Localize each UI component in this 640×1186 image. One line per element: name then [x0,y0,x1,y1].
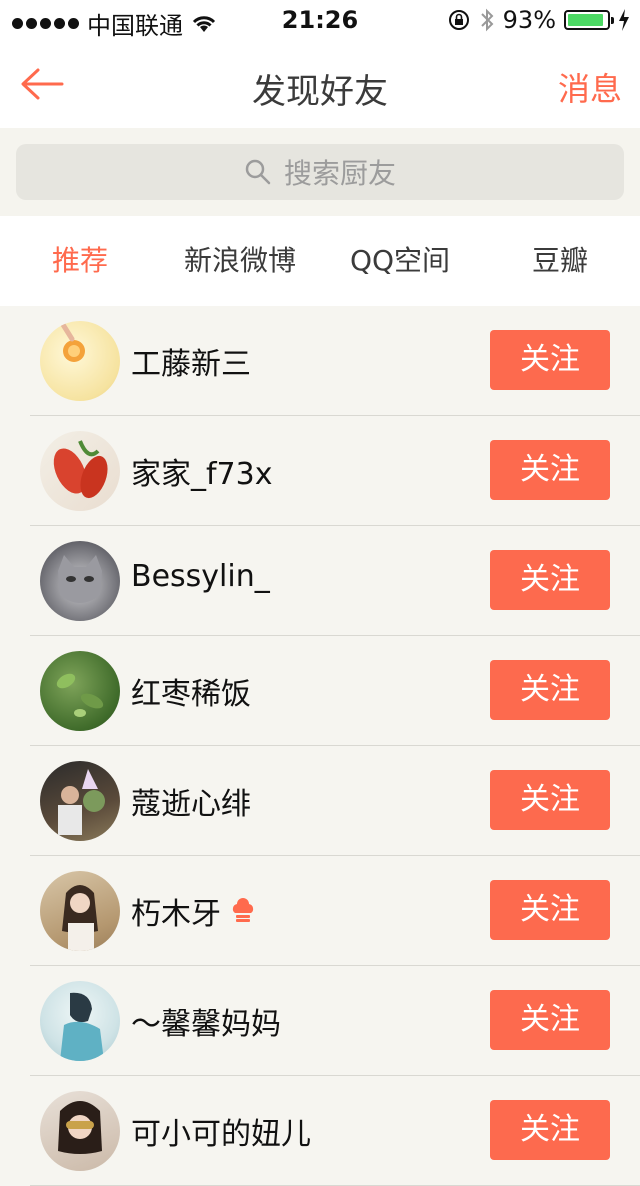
friend-name-text: 朽木牙 [131,897,221,932]
avatar[interactable] [40,431,120,511]
messages-button[interactable]: 消息 [558,64,622,110]
bluetooth-icon [480,8,494,32]
friend-name: 家家_f73x [131,449,273,493]
battery-percent: 93% [502,6,556,34]
friend-name: 工藤新三 [131,339,251,383]
follow-button[interactable]: 关注 [490,1100,610,1160]
follow-button[interactable]: 关注 [490,770,610,830]
charging-bolt-icon [619,9,629,31]
friend-name: Bessylin_ [131,559,270,594]
avatar[interactable] [40,1091,120,1171]
battery-fill [568,14,604,26]
status-bar: 中国联通 21:26 93% [0,0,640,40]
friend-name: 红枣稀饭 [131,669,251,713]
avatar[interactable] [40,321,120,401]
friend-name-text: Bessylin_ [131,559,270,594]
search-placeholder: 搜索厨友 [283,157,396,190]
friend-name-text: 蔻逝心绯 [131,787,251,822]
follow-button[interactable]: 关注 [490,330,610,390]
follow-button[interactable]: 关注 [490,990,610,1050]
follow-button[interactable]: 关注 [490,550,610,610]
list-item[interactable]: 红枣稀饭 关注 [0,636,640,746]
friend-name-text: 工藤新三 [131,347,251,382]
friend-name: 可小可的妞儿 [131,1109,311,1153]
tab-recommended[interactable]: 推荐 [0,216,160,306]
navigation-bar: 发现好友 消息 [0,40,640,128]
source-tabs: 推荐 新浪微博 QQ空间 豆瓣 [0,216,640,306]
page-title: 发现好友 [252,72,388,112]
avatar[interactable] [40,871,120,951]
battery-icon [564,10,614,30]
tab-douban[interactable]: 豆瓣 [480,216,640,306]
friend-name: ～馨馨妈妈 [131,999,281,1043]
avatar[interactable] [40,761,120,841]
orientation-lock-icon [448,10,469,30]
friend-list: 工藤新三 关注 家家_f73x 关注 Bessylin_ 关注 红枣稀饭 关注 … [0,306,640,1186]
search-area: 搜索厨友 [0,128,640,216]
avatar[interactable] [40,541,120,621]
tab-qq-zone[interactable]: QQ空间 [320,216,480,306]
follow-button[interactable]: 关注 [490,880,610,940]
avatar[interactable] [40,651,120,731]
friend-name-text: 红枣稀饭 [131,677,251,712]
list-item[interactable]: Bessylin_ 关注 [0,526,640,636]
list-item[interactable]: 可小可的妞儿 关注 [0,1076,640,1186]
list-item[interactable]: 蔻逝心绯 关注 [0,746,640,856]
search-icon [245,159,271,185]
status-right: 93% [447,6,630,34]
follow-button[interactable]: 关注 [490,440,610,500]
friend-name: 蔻逝心绯 [131,779,251,823]
list-item[interactable]: ～馨馨妈妈 关注 [0,966,640,1076]
friend-name-text: 家家_f73x [131,457,273,492]
list-item[interactable]: 家家_f73x 关注 [0,416,640,526]
list-item[interactable]: 朽木牙 关注 [0,856,640,966]
chef-hat-icon [232,898,254,922]
friend-name-text: ～馨馨妈妈 [131,1007,281,1042]
tab-sina-weibo[interactable]: 新浪微博 [160,216,320,306]
avatar[interactable] [40,981,120,1061]
follow-button[interactable]: 关注 [490,660,610,720]
list-item[interactable]: 工藤新三 关注 [0,306,640,416]
friend-name: 朽木牙 [131,889,257,933]
search-input[interactable]: 搜索厨友 [16,144,624,200]
friend-name-text: 可小可的妞儿 [131,1117,311,1152]
